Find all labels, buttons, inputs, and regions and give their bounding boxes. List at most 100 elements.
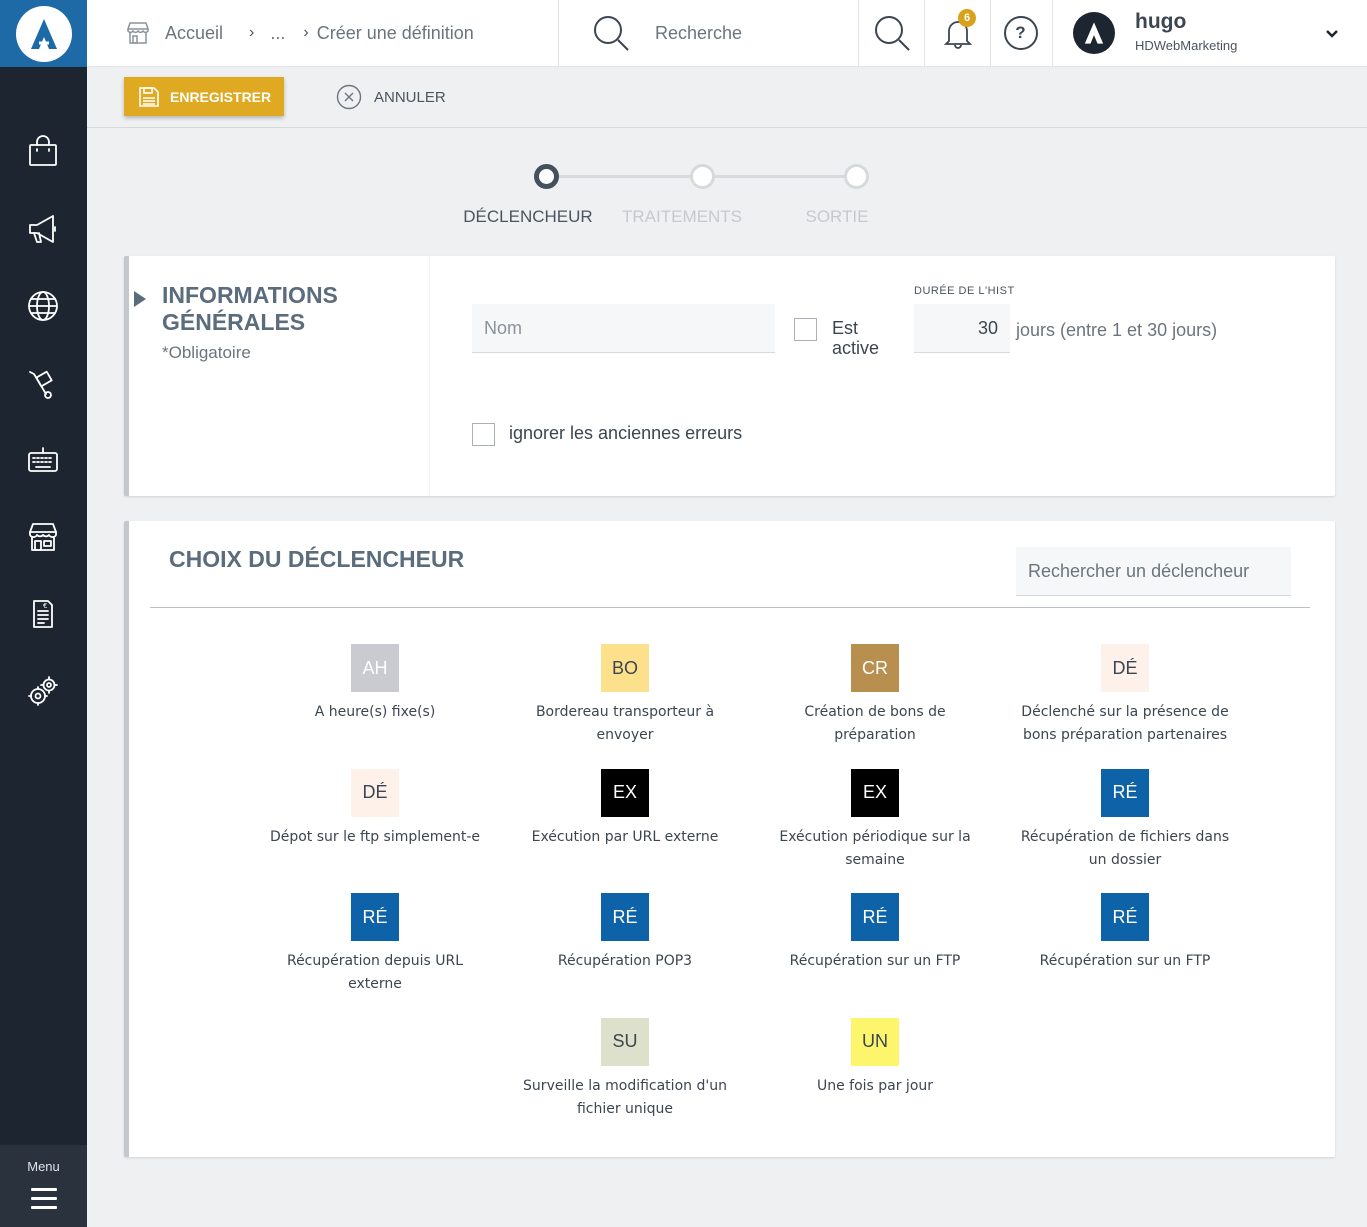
trigger-code-badge: RÉ [851,893,899,941]
user-name: hugo [1135,10,1187,33]
trigger-label: A heure(s) fixe(s) [314,704,436,720]
trigger-option[interactable]: RÉ Récupération depuis URL externe [250,893,500,1018]
trigger-label: Récupération POP3 [557,953,693,969]
trigger-option[interactable]: DÉ Dépot sur le ftp simplement-e [250,768,500,894]
header-search[interactable]: Recherche [559,0,859,66]
avatar [1073,12,1115,54]
trigger-option[interactable]: RÉ Récupération POP3 [500,893,750,1018]
top-header: Accueil › ... › Créer une définition Rec… [87,0,1367,67]
duration-unit: jours (entre 1 et 30 jours) [1016,320,1218,340]
trigger-option[interactable]: DÉ Déclenché sur la présence de bons prép… [1000,644,1250,769]
trigger-label: Exécution par URL externe [531,828,719,845]
logo-icon [1084,22,1104,44]
help-icon: ? [1003,16,1038,50]
invoice-icon[interactable]: € [24,595,62,633]
name-input[interactable] [472,304,775,353]
gears-icon[interactable] [24,672,62,710]
trigger-label: Une fois par jour [816,1077,934,1094]
sidebar: € Menu [0,0,87,1227]
step-traitements-label[interactable]: TRAITEMENTS [602,207,762,227]
trigger-grid: AH A heure(s) fixe(s) BO Bordereau transpor… [250,644,1250,1142]
notifications-button[interactable]: 6 [925,0,991,66]
trigger-label: Surveille la modification d'un fichier u… [523,1077,727,1117]
app-logo[interactable] [0,0,87,67]
breadcrumb-ellipsis[interactable]: ... [270,23,285,44]
chevron-down-icon [1326,30,1338,38]
section-divider [429,256,430,496]
trigger-code-badge: SU [601,1017,649,1066]
trigger-code-badge: RÉ [351,893,399,941]
hamburger-icon [30,1188,57,1209]
trigger-code-badge: RÉ [601,893,649,941]
general-info-card: INFORMATIONS GÉNÉRALES *Obligatoire Est … [124,256,1335,496]
active-label: Est active [832,318,880,358]
megaphone-icon[interactable] [24,210,62,248]
menu-label: Menu [27,1159,60,1174]
chevron-right-icon: › [249,24,255,41]
cancel-label: ANNULER [374,88,446,106]
keyboard-icon[interactable] [24,441,62,479]
trigger-option[interactable]: RÉ Récupération sur un FTP [1000,893,1250,1018]
trigger-option[interactable]: AH A heure(s) fixe(s) [250,644,500,769]
step-declencheur-label[interactable]: DÉCLENCHEUR [448,207,608,227]
shopping-bag-icon[interactable] [24,133,62,171]
cancel-button[interactable]: ANNULER [336,84,446,110]
trigger-option[interactable]: CR Création de bons de préparation [750,644,1000,769]
trigger-code-badge: EX [601,768,649,817]
action-toolbar: ENREGISTRER ANNULER [87,67,1367,128]
trigger-label: Déclenché sur la présence de bons prépar… [1021,704,1229,743]
user-menu[interactable]: hugo HDWebMarketing [1053,0,1367,66]
search-button[interactable] [859,0,925,66]
save-button[interactable]: ENREGISTRER [124,77,284,116]
trigger-code-badge: DÉ [351,768,399,817]
trigger-choice-card: CHOIX DU DÉCLENCHEUR AH A heure(s) fixe(s… [124,521,1335,1157]
expand-arrow-icon[interactable] [134,291,146,307]
trigger-code-badge: CR [851,644,899,692]
trigger-option[interactable]: RÉ Récupération sur un FTP [750,893,1000,1018]
trigger-option[interactable]: EX Exécution périodique sur la semaine [750,768,1000,894]
trigger-label: Dépot sur le ftp simplement-e [269,828,481,845]
help-label: ? [1015,23,1026,42]
trigger-option[interactable]: RÉ Récupération de fichiers dans un dossi… [1000,768,1250,894]
trigger-label: Récupération sur un FTP [1039,953,1211,969]
duration-label: DURÉE DE L'HIST [914,285,1015,297]
globe-icon[interactable] [24,287,62,325]
search-icon [594,16,629,51]
trigger-option[interactable]: EX Exécution par URL externe [500,768,750,894]
hand-truck-icon[interactable] [24,364,62,402]
menu-button[interactable]: Menu [0,1145,87,1227]
trigger-code-badge: BO [601,644,649,692]
trigger-search-input[interactable] [1016,547,1291,596]
store-icon[interactable] [24,518,62,556]
trigger-option[interactable]: BO Bordereau transporteur à envoyer [500,644,750,769]
step-declencheur-dot[interactable] [534,164,559,189]
close-circle-icon [336,84,362,110]
trigger-option[interactable]: SU Surveille la modification d'un fichier… [500,1017,750,1143]
floppy-disk-icon [139,86,159,107]
breadcrumb-current: Créer une définition [316,22,474,43]
store-icon [126,22,150,44]
trigger-option[interactable]: UN Une fois par jour [750,1017,1000,1143]
header-search-placeholder: Recherche [655,22,743,43]
step-traitements-dot[interactable] [690,164,715,189]
trigger-choice-title: CHOIX DU DÉCLENCHEUR [169,546,465,572]
step-sortie-label[interactable]: SORTIE [757,207,917,227]
ignore-errors-checkbox[interactable] [472,423,495,446]
ignore-errors-label: ignorer les anciennes erreurs [509,423,743,443]
trigger-label: Récupération de fichiers dans un dossier [1020,828,1230,868]
trigger-code-badge: RÉ [1101,893,1149,941]
trigger-label: Exécution périodique sur la semaine [779,828,971,868]
breadcrumb: Accueil › ... › Créer une définition [87,0,559,66]
notification-badge: 6 [958,9,976,27]
help-button[interactable]: ? [989,0,1053,66]
active-checkbox[interactable] [794,318,817,341]
save-label: ENREGISTRER [170,88,272,105]
svg-text:€: € [43,602,47,610]
trigger-code-badge: UN [851,1017,899,1066]
step-sortie-dot[interactable] [844,164,869,189]
trigger-code-badge: DÉ [1101,644,1149,692]
breadcrumb-home[interactable]: Accueil [165,23,223,44]
trigger-code-badge: RÉ [1101,768,1149,817]
duration-input[interactable] [914,304,1010,353]
user-org: HDWebMarketing [1135,38,1238,53]
